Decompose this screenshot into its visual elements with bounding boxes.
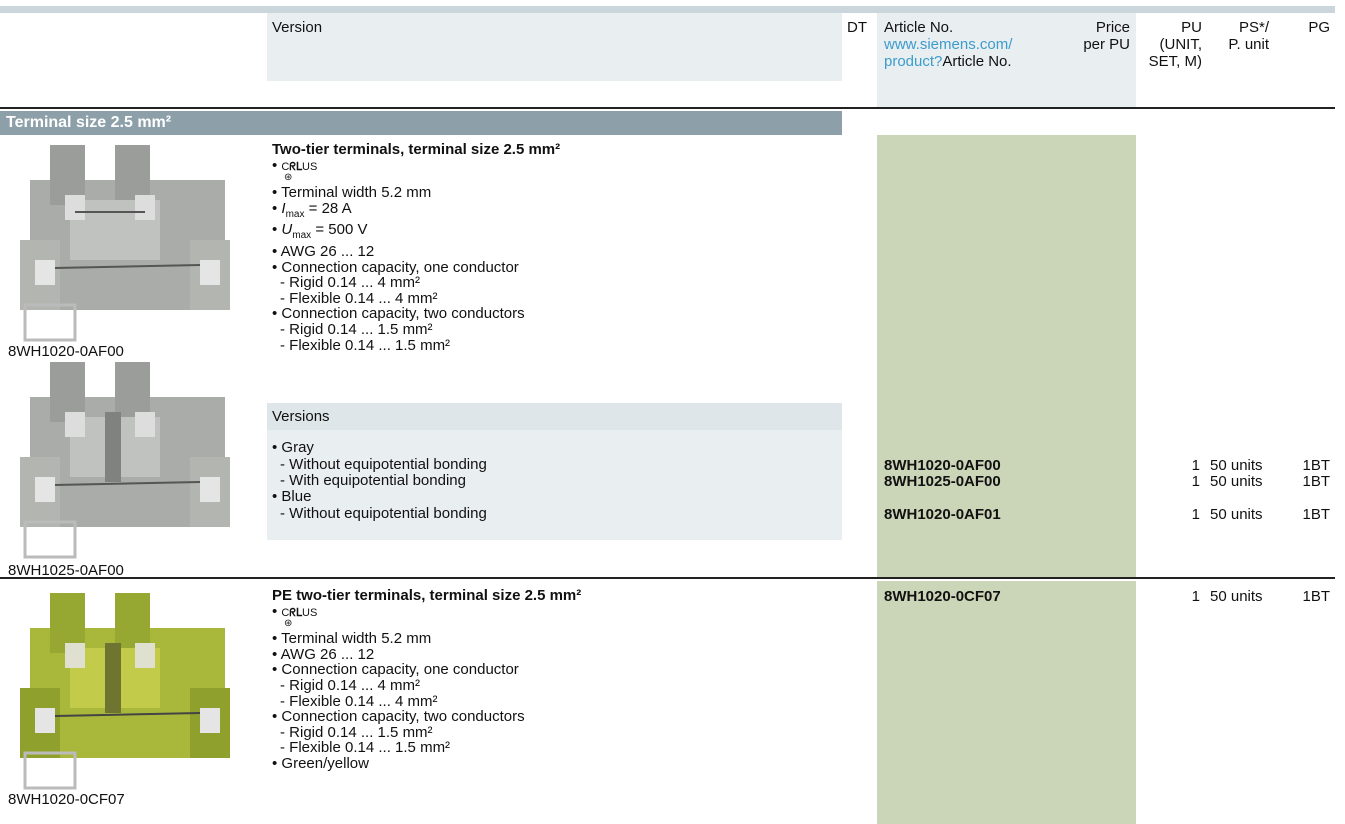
ps-4: 50 units [1210, 588, 1263, 605]
article-no-2[interactable]: 8WH1025-0AF00 [884, 473, 1001, 490]
ps-1: 50 units [1210, 457, 1263, 474]
col-article: Article No. www.siemens.com/ product?Art… [884, 19, 1012, 70]
article-link-2[interactable]: product? [884, 53, 942, 70]
col-price: Price per PU [1060, 19, 1130, 53]
ps-2: 50 units [1210, 473, 1263, 490]
col-ps-1: PS*/ [1238, 19, 1269, 36]
col-price-1: Price [1095, 19, 1130, 36]
version-row-label-2: - With equipotential bonding [280, 472, 466, 489]
versions-band: Versions [267, 403, 842, 430]
pg-4: 1BT [1302, 588, 1330, 605]
col-pu-3: SET, M) [1148, 53, 1202, 70]
col-version: Version [272, 19, 323, 36]
col-pu: PU (UNIT, SET, M) [1140, 19, 1202, 70]
pu-1: 1 [1191, 457, 1200, 474]
cul-us-mark-icon: CᖇⅬUS [281, 606, 318, 619]
col-dt: DT [847, 19, 867, 36]
col-pu-2: (UNIT, [1159, 36, 1203, 53]
pu-2: 1 [1191, 473, 1200, 490]
section-title: Terminal size 2.5 mm² [0, 111, 842, 135]
col-price-2: per PU [1083, 36, 1130, 53]
col-ps-2: P. unit [1228, 36, 1269, 53]
article-link-1[interactable]: www.siemens.com/ [884, 36, 1012, 53]
terminal-gray-image-1 [20, 145, 230, 342]
terminal-green-yellow-image [20, 593, 230, 790]
product1-approval: • CᖇⅬUS [272, 156, 318, 174]
col-ps: PS*/ P. unit [1205, 19, 1269, 53]
terminal-gray-image-2 [20, 362, 230, 559]
article-no-1[interactable]: 8WH1020-0AF00 [884, 457, 1001, 474]
cul-us-mark-icon: CᖇⅬUS [281, 160, 318, 173]
image-caption-1: 8WH1020-0AF00 [8, 343, 124, 360]
version-row-label-3: - Without equipotential bonding [280, 505, 487, 522]
pg-1: 1BT [1302, 457, 1330, 474]
pg-3: 1BT [1302, 506, 1330, 523]
image-caption-3: 8WH1020-0CF07 [8, 791, 125, 808]
article-no-4[interactable]: 8WH1020-0CF07 [884, 588, 1001, 605]
product1-title: Two-tier terminals, terminal size 2.5 mm… [272, 141, 561, 158]
col-pu-1: PU [1181, 19, 1202, 36]
col-pg: PG [1308, 19, 1330, 36]
header-band [267, 13, 842, 81]
pu-3: 1 [1191, 506, 1200, 523]
version-blue: • Blue [272, 488, 312, 505]
product2-approval: • CᖇⅬUS [272, 602, 318, 620]
product1-description: Two-tier terminals, terminal size 2.5 mm… [272, 142, 837, 353]
pg-2: 1BT [1302, 473, 1330, 490]
pu-4: 1 [1191, 588, 1200, 605]
top-rule [0, 6, 1335, 13]
version-row-label-1: - Without equipotential bonding [280, 456, 487, 473]
version-gray: • Gray [272, 439, 314, 456]
col-article-label: Article No. [884, 19, 954, 36]
product2-title: PE two-tier terminals, terminal size 2.5… [272, 587, 582, 604]
product2-description: PE two-tier terminals, terminal size 2.5… [272, 588, 837, 772]
article-link-suffix: Article No. [942, 53, 1012, 70]
product1-width: Terminal width 5.2 mm [281, 184, 432, 202]
article-column-bg-2 [877, 581, 1136, 824]
article-no-3[interactable]: 8WH1020-0AF01 [884, 506, 1001, 523]
header-rule [0, 107, 1335, 109]
ps-3: 50 units [1210, 506, 1263, 523]
product-divider [0, 577, 1335, 579]
